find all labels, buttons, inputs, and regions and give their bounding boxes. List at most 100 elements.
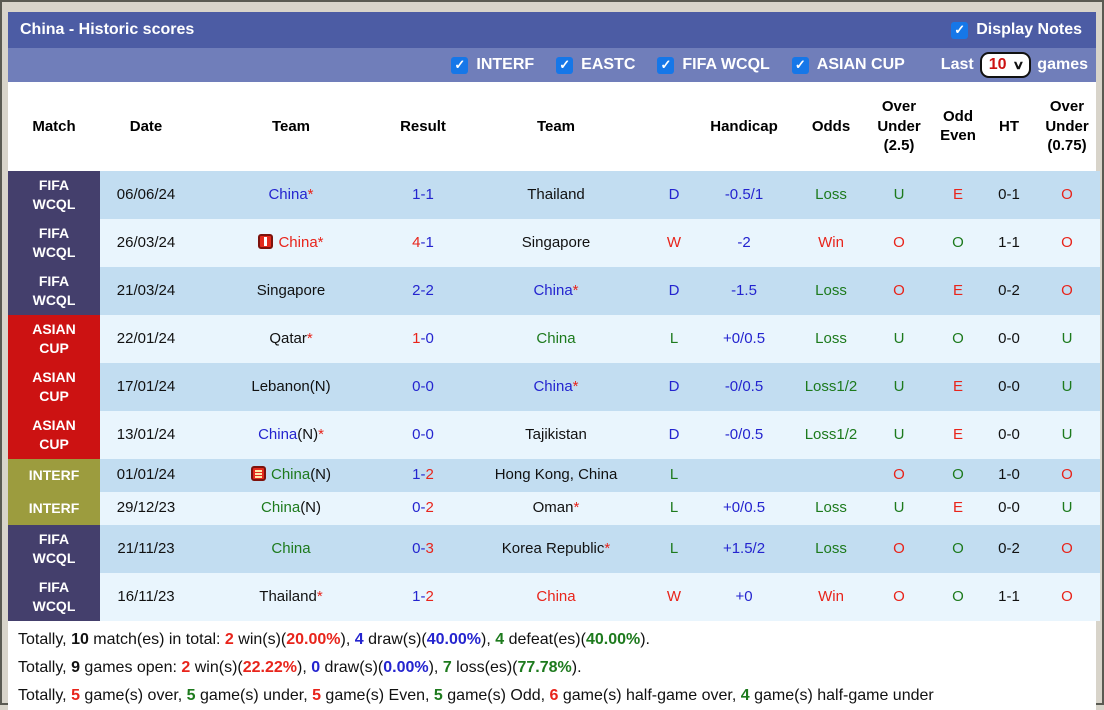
away-team-cell: Thailand [527,185,585,203]
filter-asian-cup-label: ASIAN CUP [816,56,905,73]
handicap-cell: +0/0.5 [722,499,766,516]
over-under-25-cell: O [893,233,905,251]
away-team-cell: China* [533,377,579,395]
away-team-cell: Hong Kong, China [494,466,618,483]
over-under-075-cell: U [1061,377,1073,395]
home-team-cell: China* [268,185,314,203]
date-cell: 22/01/24 [116,329,176,347]
competition-badge: FIFA WCQL [8,266,100,315]
competition-badge: ASIAN CUP [8,314,100,363]
match-row: FIFA WCQL 21/03/24 Singapore 2-2 China* D -1.5… [8,266,1100,315]
summary-line: Totally, 10 match(es) in total: 2 win(s)… [18,630,650,648]
home-team-cell: China(N) [260,499,322,516]
games-count-value: 10 [988,56,1007,73]
match-row: ASIAN CUP 22/01/24 Qatar* 1-0 China L +0/0.5 Lo… [8,314,1100,363]
ht-cell: 1-0 [998,466,1020,483]
filter-bar: INTERF EASTC FIFA WCQL ASIAN CUP Last 10… [8,48,1096,82]
header-match: Match [32,117,76,135]
filter-fifa-wcql-label: FIFA WCQL [682,56,770,73]
games-label: games [1037,56,1088,73]
date-cell: 21/03/24 [116,281,176,299]
filter-eastc-checkbox[interactable] [556,56,574,74]
games-count-select[interactable]: 10 ∨ [979,52,1032,78]
odds-cell: Loss [815,539,847,557]
wdl-cell: L [669,466,679,483]
result-cell: 0-3 [412,539,434,557]
wdl-cell: D [668,281,680,299]
handicap-cell: -0/0.5 [724,425,764,443]
header-over-under-075: Over Under (0.75) [1045,98,1089,154]
odds-cell: Loss [815,185,847,203]
home-team-cell: China(N) [192,459,390,492]
summary-section: Totally, 10 match(es) in total: 2 win(s)… [8,621,1096,710]
historic-scores-widget: China - Historic scores Display Notes IN… [0,0,1104,710]
competition-badge: FIFA WCQL [8,170,100,219]
history-table: Match Date Team Result Team Handicap Odd… [8,82,1100,621]
filter-interf-label: INTERF [476,56,535,73]
wdl-cell: W [666,587,682,605]
wdl-cell: D [668,185,680,203]
handicap-cell: +0 [735,587,753,605]
odd-even-cell: E [952,185,963,203]
competition-badge: FIFA WCQL [8,524,100,573]
ht-cell: 1-1 [998,587,1020,605]
result-cell: 2-2 [412,281,434,299]
match-row: FIFA WCQL 21/11/23 China 0-3 Korea Republic*… [8,524,1100,573]
handicap-cell: -0.5/1 [724,185,764,203]
over-under-075-cell: O [1061,587,1073,605]
odd-even-cell: O [952,587,964,605]
competition-badge: ASIAN CUP [8,362,100,411]
note-icon [258,233,274,249]
result-cell: 0-0 [412,425,434,443]
filter-interf: INTERF [451,56,534,74]
result-cell: 1-1 [412,185,434,203]
header-row: Match Date Team Result Team Handicap Odd… [8,82,1100,171]
wdl-cell: L [669,499,679,516]
last-label: Last [940,56,974,73]
note-icon [250,466,266,481]
handicap-cell: +0/0.5 [722,329,766,347]
summary-line: Totally, 5 game(s) over, 5 game(s) under… [18,686,934,704]
over-under-075-cell: U [1061,329,1073,347]
odds-cell [796,459,866,492]
home-team-cell: China(N)* [258,425,324,443]
filter-interf-checkbox[interactable] [451,56,469,74]
odd-even-cell: O [952,329,964,347]
header-odds: Odds [811,117,851,135]
handicap-cell: -1.5 [731,281,757,299]
filter-fifa-wcql-checkbox[interactable] [657,56,675,74]
away-team-cell: China [536,329,576,347]
competition-badge: INTERF [8,491,100,525]
date-cell: 17/01/24 [116,377,176,395]
summary-line: Totally, 9 games open: 2 win(s)(22.22%),… [18,658,582,676]
wdl-cell: L [669,539,679,557]
wdl-cell: D [668,377,680,395]
away-team-cell: Tajikistan [525,425,587,443]
competition-badge: FIFA WCQL [8,218,100,267]
home-team-cell: China* [192,219,390,267]
over-under-075-cell: O [1061,281,1073,299]
odd-even-cell: O [952,466,964,483]
display-notes-checkbox[interactable] [951,21,969,39]
match-row: FIFA WCQL 16/11/23 Thailand* 1-2 China W +0 Win… [8,572,1100,621]
result-cell: 1-0 [412,329,434,347]
odds-cell: Loss [815,329,847,347]
ht-cell: 0-0 [998,329,1020,347]
over-under-25-cell: O [893,466,905,483]
filter-asian-cup-checkbox[interactable] [791,56,809,74]
wdl-cell: L [669,329,679,347]
away-team-cell: China [536,587,576,605]
odd-even-cell: O [952,539,964,557]
over-under-075-cell: U [1061,425,1073,443]
filter-eastc-label: EASTC [581,56,636,73]
odd-even-cell: O [952,233,964,251]
header-wdl [656,82,692,171]
over-under-25-cell: U [893,185,905,203]
odds-cell: Loss1/2 [804,425,858,443]
title-bar: China - Historic scores Display Notes [8,12,1096,48]
over-under-25-cell: U [893,425,905,443]
over-under-25-cell: U [893,329,905,347]
header-ht: HT [999,117,1019,135]
date-cell: 21/11/23 [117,539,175,557]
away-team-cell: China* [533,281,579,299]
